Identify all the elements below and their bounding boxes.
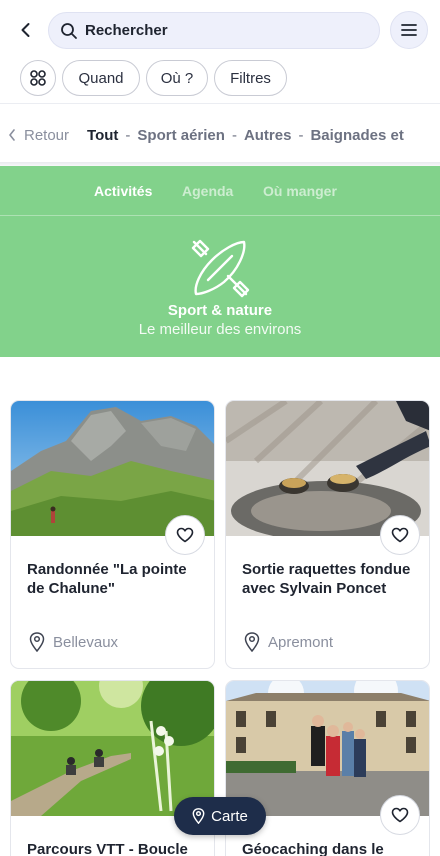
- favorite-button[interactable]: [165, 515, 205, 555]
- tab-agenda[interactable]: Agenda: [182, 183, 233, 199]
- card-location-label: Bellevaux: [53, 633, 119, 651]
- search-input[interactable]: Rechercher: [48, 12, 380, 49]
- breadcrumb-current[interactable]: Tout: [87, 127, 118, 144]
- hero-tabs: Activités Agenda Où manger: [0, 166, 440, 216]
- favorite-button[interactable]: [380, 795, 420, 835]
- map-pin-icon: [244, 632, 260, 652]
- breadcrumb-item-sport-aerien[interactable]: Sport aérien: [137, 127, 225, 144]
- chevron-left-icon: [9, 129, 15, 141]
- card-photo: [11, 681, 214, 816]
- filter-chips: Quand Où ? Filtres: [0, 60, 440, 98]
- breadcrumb-item-baignades[interactable]: Baignades et: [310, 127, 403, 144]
- map-pin-icon: [29, 632, 45, 652]
- menu-button[interactable]: [390, 11, 428, 49]
- chip-ou[interactable]: Où ?: [146, 60, 208, 96]
- category-hero: Activités Agenda Où manger Sport & natur…: [0, 166, 440, 357]
- card-title: Randonnée "La pointe de Chalune": [27, 561, 187, 597]
- hero-title: Sport & nature: [167, 302, 273, 319]
- kayak-paddle-icon: [191, 239, 250, 298]
- grid-icon: [30, 70, 46, 86]
- card-location: Apremont: [244, 632, 333, 652]
- card-location: Bellevaux: [29, 632, 118, 652]
- heart-icon: [391, 807, 409, 823]
- card-location-label: Apremont: [268, 633, 334, 651]
- chip-filtres[interactable]: Filtres: [214, 60, 287, 96]
- breadcrumb-item-autres[interactable]: Autres: [244, 127, 292, 144]
- breadcrumb-back-link[interactable]: Retour: [8, 127, 69, 144]
- search-placeholder: Rechercher: [85, 22, 168, 39]
- heart-icon: [176, 527, 194, 543]
- categories-button[interactable]: [20, 60, 56, 96]
- breadcrumb: Retour Tout - Sport aérien - Autres - Ba…: [0, 120, 440, 150]
- favorite-button[interactable]: [380, 515, 420, 555]
- card-title: Parcours VTT - Boucle: [27, 841, 188, 856]
- map-button[interactable]: Carte: [174, 797, 266, 835]
- hero-subtitle: Le meilleur des environs: [138, 321, 302, 338]
- card-title: Sortie raquettes fondue avec Sylvain Pon…: [242, 561, 411, 597]
- chip-quand[interactable]: Quand: [62, 60, 140, 96]
- top-bar: Rechercher: [0, 0, 440, 60]
- back-button[interactable]: [14, 18, 38, 42]
- search-icon: [59, 21, 79, 41]
- chevron-left-icon: [21, 23, 30, 37]
- activity-card[interactable]: Randonnée "La pointe de Chalune" Belleva…: [10, 400, 215, 669]
- breadcrumb-back-label: Retour: [24, 126, 70, 144]
- hamburger-menu-icon: [401, 24, 417, 36]
- tab-activites[interactable]: Activités: [94, 183, 152, 199]
- map-button-label: Carte: [211, 807, 248, 825]
- map-pin-icon: [192, 808, 205, 824]
- activity-card[interactable]: Sortie raquettes fondue avec Sylvain Pon…: [225, 400, 430, 669]
- tab-ou-manger[interactable]: Où manger: [263, 183, 337, 199]
- card-title: Géocaching dans le: [242, 841, 384, 856]
- divider: [0, 103, 440, 104]
- heart-icon: [391, 527, 409, 543]
